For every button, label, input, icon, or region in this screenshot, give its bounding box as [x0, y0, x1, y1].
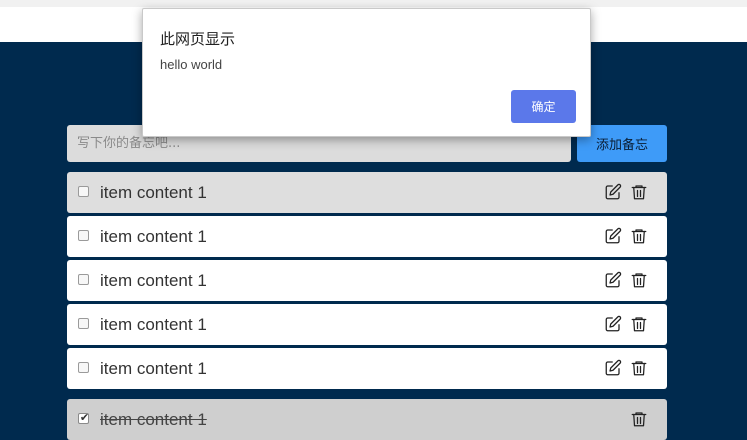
todo-checkbox[interactable]: [78, 362, 89, 373]
edit-icon[interactable]: [604, 315, 622, 333]
todo-checkbox[interactable]: [78, 318, 89, 329]
todo-text: item content 1: [100, 315, 207, 334]
todo-checkbox[interactable]: [78, 274, 89, 285]
todo-item[interactable]: item content 1: [67, 260, 667, 301]
todo-item-completed[interactable]: ✔ item content 1: [67, 399, 667, 440]
browser-tab-strip: [0, 0, 747, 7]
dialog-ok-button[interactable]: 确定: [511, 90, 576, 123]
trash-icon[interactable]: [630, 359, 648, 377]
edit-icon[interactable]: [604, 183, 622, 201]
todo-item[interactable]: item content 1: [67, 348, 667, 389]
todo-item[interactable]: item content 1: [67, 172, 667, 213]
todo-checkbox-checked[interactable]: ✔: [78, 412, 90, 424]
todo-item[interactable]: item content 1: [67, 216, 667, 257]
todo-item[interactable]: item content 1: [67, 304, 667, 345]
todo-checkbox[interactable]: [78, 186, 89, 197]
checkmark-icon: ✔: [79, 412, 90, 424]
edit-icon[interactable]: [604, 359, 622, 377]
todo-text: item content 1: [100, 359, 207, 378]
trash-icon[interactable]: [630, 315, 648, 333]
trash-icon[interactable]: [630, 271, 648, 289]
trash-icon[interactable]: [630, 183, 648, 201]
trash-icon[interactable]: [630, 410, 648, 428]
todo-text: item content 1: [100, 410, 207, 429]
dialog-title: 此网页显示: [160, 30, 236, 48]
todo-text: item content 1: [100, 183, 207, 202]
trash-icon[interactable]: [630, 227, 648, 245]
todo-checkbox[interactable]: [78, 230, 89, 241]
todo-text: item content 1: [100, 271, 207, 290]
edit-icon[interactable]: [604, 271, 622, 289]
edit-icon[interactable]: [604, 227, 622, 245]
alert-dialog: 此网页显示 hello world 确定: [142, 8, 591, 137]
dialog-message: hello world: [160, 57, 223, 72]
todo-text: item content 1: [100, 227, 207, 246]
